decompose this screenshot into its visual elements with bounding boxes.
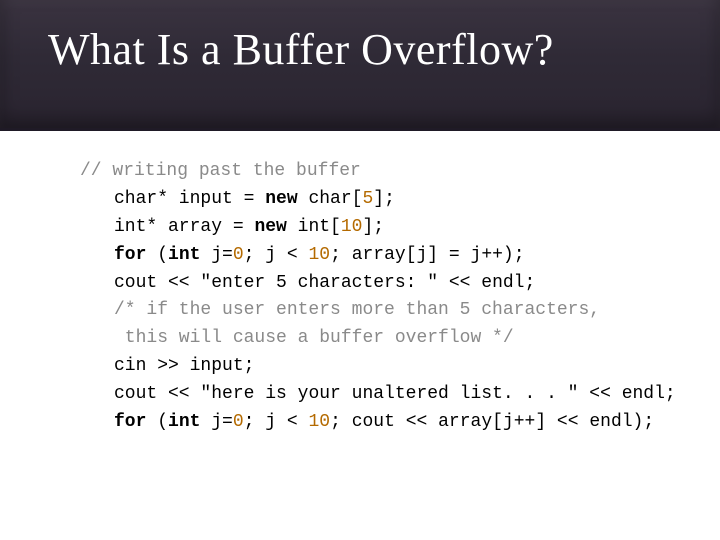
code-text: ]; xyxy=(373,189,395,209)
code-text: j= xyxy=(211,412,233,432)
code-comment: // writing past the buffer xyxy=(80,161,361,181)
code-line-2: char* input = new char[5]; xyxy=(80,186,680,214)
code-text: << endl; xyxy=(578,384,675,404)
code-keyword: int xyxy=(168,245,211,265)
code-text: ]; xyxy=(362,217,384,237)
code-text: cin >> input; xyxy=(114,356,254,376)
code-number: 10 xyxy=(308,412,330,432)
code-text: int[ xyxy=(298,217,341,237)
code-text: << endl; xyxy=(438,273,535,293)
code-number: 10 xyxy=(308,245,330,265)
code-block: // writing past the buffer char* input =… xyxy=(80,158,680,437)
code-text: cout << xyxy=(114,384,200,404)
code-text: ; j < xyxy=(244,412,309,432)
code-comment: /* if the user enters more than 5 charac… xyxy=(114,300,600,320)
code-text: j= xyxy=(211,245,233,265)
code-keyword: new xyxy=(265,189,308,209)
code-text: char[ xyxy=(308,189,362,209)
code-number: 0 xyxy=(233,412,244,432)
code-number: 0 xyxy=(233,245,244,265)
code-string: "enter 5 characters: " xyxy=(200,273,438,293)
code-number: 5 xyxy=(362,189,373,209)
code-text: cout << xyxy=(114,273,200,293)
slide-title: What Is a Buffer Overflow? xyxy=(48,24,680,75)
code-text: ( xyxy=(157,245,168,265)
code-line-7: this will cause a buffer overflow */ xyxy=(80,325,680,353)
code-line-10: for (int j=0; j < 10; cout << array[j++]… xyxy=(80,409,680,437)
code-text: char* input = xyxy=(114,189,265,209)
code-line-9: cout << "here is your unaltered list. . … xyxy=(80,381,680,409)
code-line-5: cout << "enter 5 characters: " << endl; xyxy=(80,270,680,298)
code-text: ; j < xyxy=(244,245,309,265)
code-text: ( xyxy=(157,412,168,432)
code-line-8: cin >> input; xyxy=(80,353,680,381)
code-keyword: for xyxy=(114,245,157,265)
code-line-3: int* array = new int[10]; xyxy=(80,214,680,242)
code-number: 10 xyxy=(341,217,363,237)
slide: What Is a Buffer Overflow? // writing pa… xyxy=(0,0,720,540)
code-keyword: for xyxy=(114,412,157,432)
code-keyword: int xyxy=(168,412,211,432)
code-text: int* array = xyxy=(114,217,254,237)
code-line-1: // writing past the buffer xyxy=(80,158,680,186)
code-keyword: new xyxy=(254,217,297,237)
code-text: ; array[j] = j++); xyxy=(330,245,524,265)
code-line-6: /* if the user enters more than 5 charac… xyxy=(80,297,680,325)
code-string: "here is your unaltered list. . . " xyxy=(200,384,578,404)
code-line-4: for (int j=0; j < 10; array[j] = j++); xyxy=(80,242,680,270)
code-text: ; cout << array[j++] << endl); xyxy=(330,412,654,432)
code-comment: this will cause a buffer overflow */ xyxy=(114,328,514,348)
